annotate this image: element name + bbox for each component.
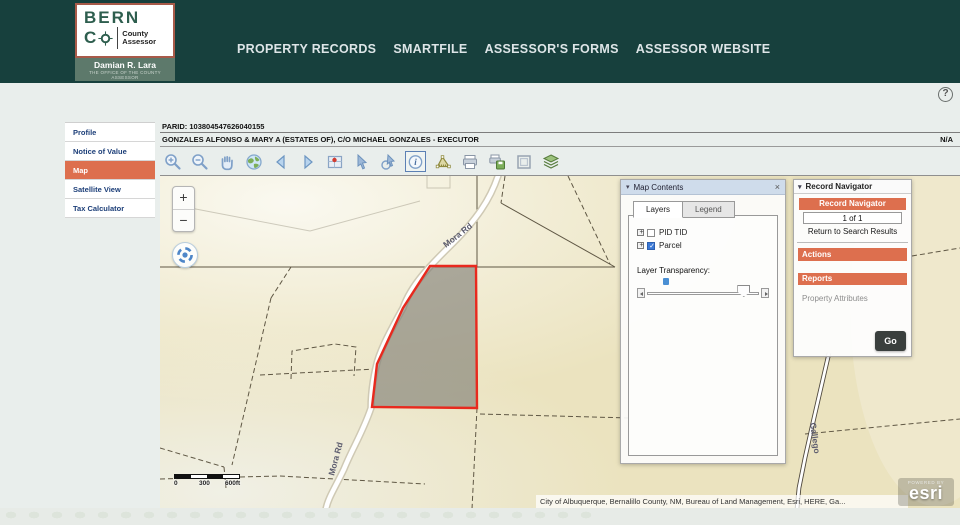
sidebar: Profile Notice of Value Map Satellite Vi… <box>65 122 155 218</box>
scale-600: 600ft <box>225 480 240 487</box>
export-map-icon[interactable] <box>486 151 507 172</box>
transparency-slider[interactable] <box>637 288 769 298</box>
print-icon[interactable] <box>459 151 480 172</box>
collapse-arrow-icon[interactable]: ▾ <box>798 183 802 191</box>
map-contents-header[interactable]: ▾ Map Contents × <box>621 180 785 195</box>
tab-legend[interactable]: Legend <box>683 201 735 218</box>
zia-sun-icon <box>98 31 113 46</box>
layers-tab-content: PID TID Parcel Layer Transparency: <box>628 215 778 456</box>
scale-300: 300 <box>199 480 210 487</box>
expand-icon[interactable] <box>637 242 644 249</box>
map-attribution: City of Albuquerque, Bernalillo County, … <box>536 495 908 508</box>
record-navigator-header[interactable]: ▾ Record Navigator <box>794 180 911 194</box>
record-navigator-panel: ▾ Record Navigator Record Navigator 1 of… <box>793 179 912 357</box>
logo-upper: BERN C County Assessor <box>75 3 175 58</box>
site-header: BERN C County Assessor <box>0 0 960 83</box>
sidebar-item-satellite-view[interactable]: Satellite View <box>65 180 155 199</box>
owner-right-value: N/A <box>940 135 953 144</box>
reports-section-header[interactable]: Reports <box>798 273 907 285</box>
actions-section-header[interactable]: Actions <box>798 248 907 261</box>
zoom-out-button[interactable]: − <box>173 209 194 231</box>
zoom-extent-icon[interactable] <box>513 151 534 172</box>
record-navigator-banner: Record Navigator <box>799 198 906 210</box>
sidebar-item-tax-calculator[interactable]: Tax Calculator <box>65 199 155 218</box>
footer-leaf-pattern <box>0 508 600 525</box>
overview-map-icon[interactable] <box>324 151 345 172</box>
esri-brand: esri <box>898 485 954 502</box>
map-contents-tabs: Layers Legend <box>628 201 778 218</box>
next-extent-icon[interactable] <box>297 151 318 172</box>
parid-label: PARID: <box>162 122 187 131</box>
main-nav: PROPERTY RECORDS SMARTFILE ASSESSOR'S FO… <box>237 42 770 56</box>
select-pointer-icon[interactable] <box>351 151 372 172</box>
map-contents-panel: ▾ Map Contents × Layers Legend PID TID <box>620 179 786 464</box>
divider-line <box>160 132 960 133</box>
previous-extent-icon[interactable] <box>270 151 291 172</box>
layer-row-parcel: Parcel <box>637 239 769 252</box>
zoom-in-icon[interactable] <box>162 151 183 172</box>
esri-logo: POWERED BY esri <box>898 478 954 506</box>
locate-button[interactable] <box>172 242 198 268</box>
layer-label: Parcel <box>659 241 682 250</box>
parid-value: 103804547626040155 <box>189 122 264 131</box>
identify-info-icon[interactable]: i <box>405 151 426 172</box>
assessor-map-page: BERN C County Assessor <box>0 0 960 525</box>
expand-icon[interactable] <box>637 229 644 236</box>
close-icon[interactable]: × <box>775 183 780 192</box>
zoom-in-button[interactable]: + <box>173 187 194 209</box>
logo-word-co: C <box>84 28 97 48</box>
nav-assessors-forms[interactable]: ASSESSOR'S FORMS <box>485 42 619 56</box>
logo-word-bern: BERN <box>84 9 173 26</box>
record-navigator-title: Record Navigator <box>806 182 873 191</box>
crosshair-target-icon <box>175 245 195 265</box>
help-icon[interactable]: ? <box>938 87 953 102</box>
logo-divider <box>117 27 118 49</box>
return-to-search-results-link[interactable]: Return to Search Results <box>794 227 911 236</box>
map-contents-body: Layers Legend PID TID Parcel Layer Trans… <box>628 201 778 456</box>
parcel-checkbox[interactable] <box>647 242 655 250</box>
map-toolbar: i <box>162 149 561 174</box>
nav-smartfile[interactable]: SMARTFILE <box>393 42 467 56</box>
sidebar-item-map[interactable]: Map <box>65 161 155 180</box>
sidebar-item-profile[interactable]: Profile <box>65 123 155 142</box>
measure-icon[interactable] <box>432 151 453 172</box>
clear-selection-icon[interactable] <box>378 151 399 172</box>
nav-assessor-website[interactable]: ASSESSOR WEBSITE <box>636 42 771 56</box>
owner-line: GONZALES ALFONSO & MARY A (ESTATES OF), … <box>162 135 479 144</box>
logo-assessor: Assessor <box>122 37 156 46</box>
record-position-input[interactable]: 1 of 1 <box>803 212 902 224</box>
layer-row-pid-tid: PID TID <box>637 226 769 239</box>
layers-icon[interactable] <box>540 151 561 172</box>
property-attributes-link[interactable]: Property Attributes <box>802 294 911 303</box>
collapse-arrow-icon[interactable]: ▾ <box>626 183 630 191</box>
go-button[interactable]: Go <box>875 331 906 351</box>
sidebar-item-notice-of-value[interactable]: Notice of Value <box>65 142 155 161</box>
layer-label: PID TID <box>659 228 687 237</box>
zoom-control: + − <box>172 186 195 232</box>
assessor-name: Damian R. Lara <box>75 60 175 70</box>
scale-bar: 0 300 600ft <box>174 474 244 488</box>
scale-0: 0 <box>174 480 178 487</box>
map-canvas[interactable]: Mora Rd Mora Rd Gallego + − 0 300 600ft <box>160 175 960 508</box>
bernco-logo[interactable]: BERN C County Assessor <box>75 3 175 81</box>
transparency-label: Layer Transparency: <box>637 266 769 275</box>
zoom-out-icon[interactable] <box>189 151 210 172</box>
slider-right-arrow[interactable] <box>761 288 769 298</box>
slider-left-arrow[interactable] <box>637 288 645 298</box>
nav-property-records[interactable]: PROPERTY RECORDS <box>237 42 376 56</box>
divider-line <box>797 242 908 243</box>
pid-tid-checkbox[interactable] <box>647 229 655 237</box>
transparency-value-marker <box>663 278 669 285</box>
logo-tagline: THE OFFICE OF THE COUNTY ASSESSOR <box>75 70 175 80</box>
logo-lower: Damian R. Lara THE OFFICE OF THE COUNTY … <box>75 58 175 81</box>
tab-layers[interactable]: Layers <box>633 201 683 218</box>
slider-handle[interactable] <box>737 285 750 297</box>
map-contents-title: Map Contents <box>634 183 684 192</box>
divider-line <box>160 146 960 147</box>
parid-line: PARID: 103804547626040155 <box>162 122 264 131</box>
globe-icon[interactable] <box>243 151 264 172</box>
pan-hand-icon[interactable] <box>216 151 237 172</box>
footer-strip <box>0 508 960 525</box>
